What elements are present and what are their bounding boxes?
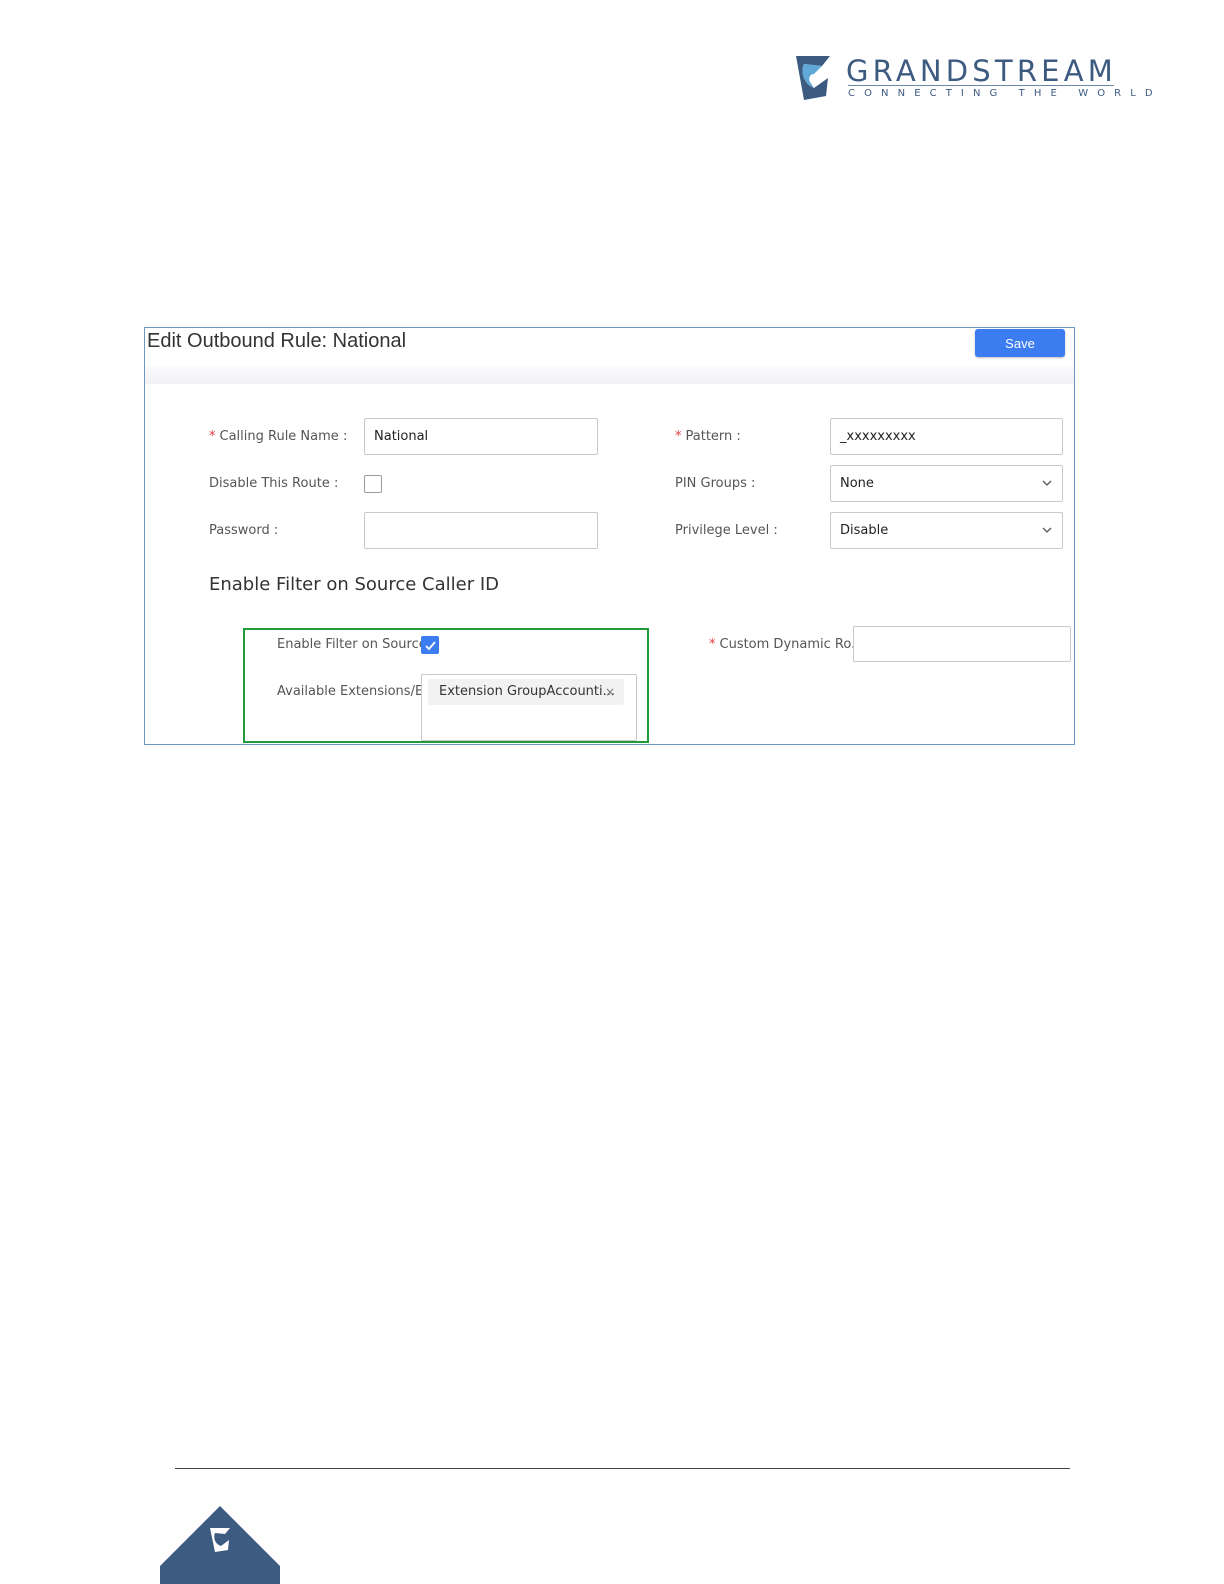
pin-groups-value: None (840, 476, 874, 491)
brand-name: GRANDSTREAM (846, 54, 1117, 88)
custom-dynamic-route-label: * Custom Dynamic Ro... (709, 637, 864, 652)
calling-rule-name-input[interactable]: National (364, 418, 598, 455)
required-marker: * (675, 429, 682, 444)
privilege-level-value: Disable (840, 523, 889, 538)
enable-filter-checkbox[interactable] (421, 636, 439, 654)
brand-tagline: CONNECTING THE WORLD (848, 88, 1162, 99)
header-divider-band (145, 366, 1074, 384)
available-extensions-multiselect[interactable]: Extension GroupAccounti... × (421, 674, 637, 741)
close-icon[interactable]: × (605, 679, 615, 705)
password-label: Password : (209, 523, 279, 538)
pattern-label: * Pattern : (675, 429, 741, 444)
chevron-down-icon (1042, 480, 1052, 486)
required-marker: * (709, 637, 716, 652)
disable-route-checkbox[interactable] (364, 475, 382, 493)
pin-groups-label: PIN Groups : (675, 476, 756, 491)
selected-tag-label: Extension GroupAccounti... (439, 684, 616, 699)
required-marker: * (209, 429, 216, 444)
privilege-level-select[interactable]: Disable (830, 512, 1063, 549)
calling-rule-name-label: * Calling Rule Name : (209, 429, 348, 444)
grandstream-logo-icon (796, 56, 830, 100)
pattern-input[interactable]: _xxxxxxxxx (830, 418, 1063, 455)
available-extensions-label: Available Extensions/E... (277, 684, 436, 699)
edit-outbound-rule-dialog: Edit Outbound Rule: National Save * Calli… (144, 327, 1075, 745)
pin-groups-select[interactable]: None (830, 465, 1063, 502)
privilege-level-label: Privilege Level : (675, 523, 778, 538)
section-title: Enable Filter on Source Caller ID (209, 574, 499, 595)
brand-divider (848, 85, 1114, 86)
disable-route-label: Disable This Route : (209, 476, 339, 491)
selected-tag: Extension GroupAccounti... × (428, 679, 624, 705)
footer-divider (175, 1468, 1070, 1469)
enable-filter-label: Enable Filter on Source... (277, 637, 440, 652)
checkmark-icon (425, 641, 436, 651)
grandstream-logo: GRANDSTREAM CONNECTING THE WORLD (790, 52, 1153, 108)
footer-logo-icon (160, 1506, 280, 1584)
save-button[interactable]: Save (975, 329, 1065, 357)
dialog-title: Edit Outbound Rule: National (147, 330, 407, 352)
password-input[interactable] (364, 512, 598, 549)
chevron-down-icon (1042, 527, 1052, 533)
custom-dynamic-route-input[interactable] (853, 626, 1071, 662)
